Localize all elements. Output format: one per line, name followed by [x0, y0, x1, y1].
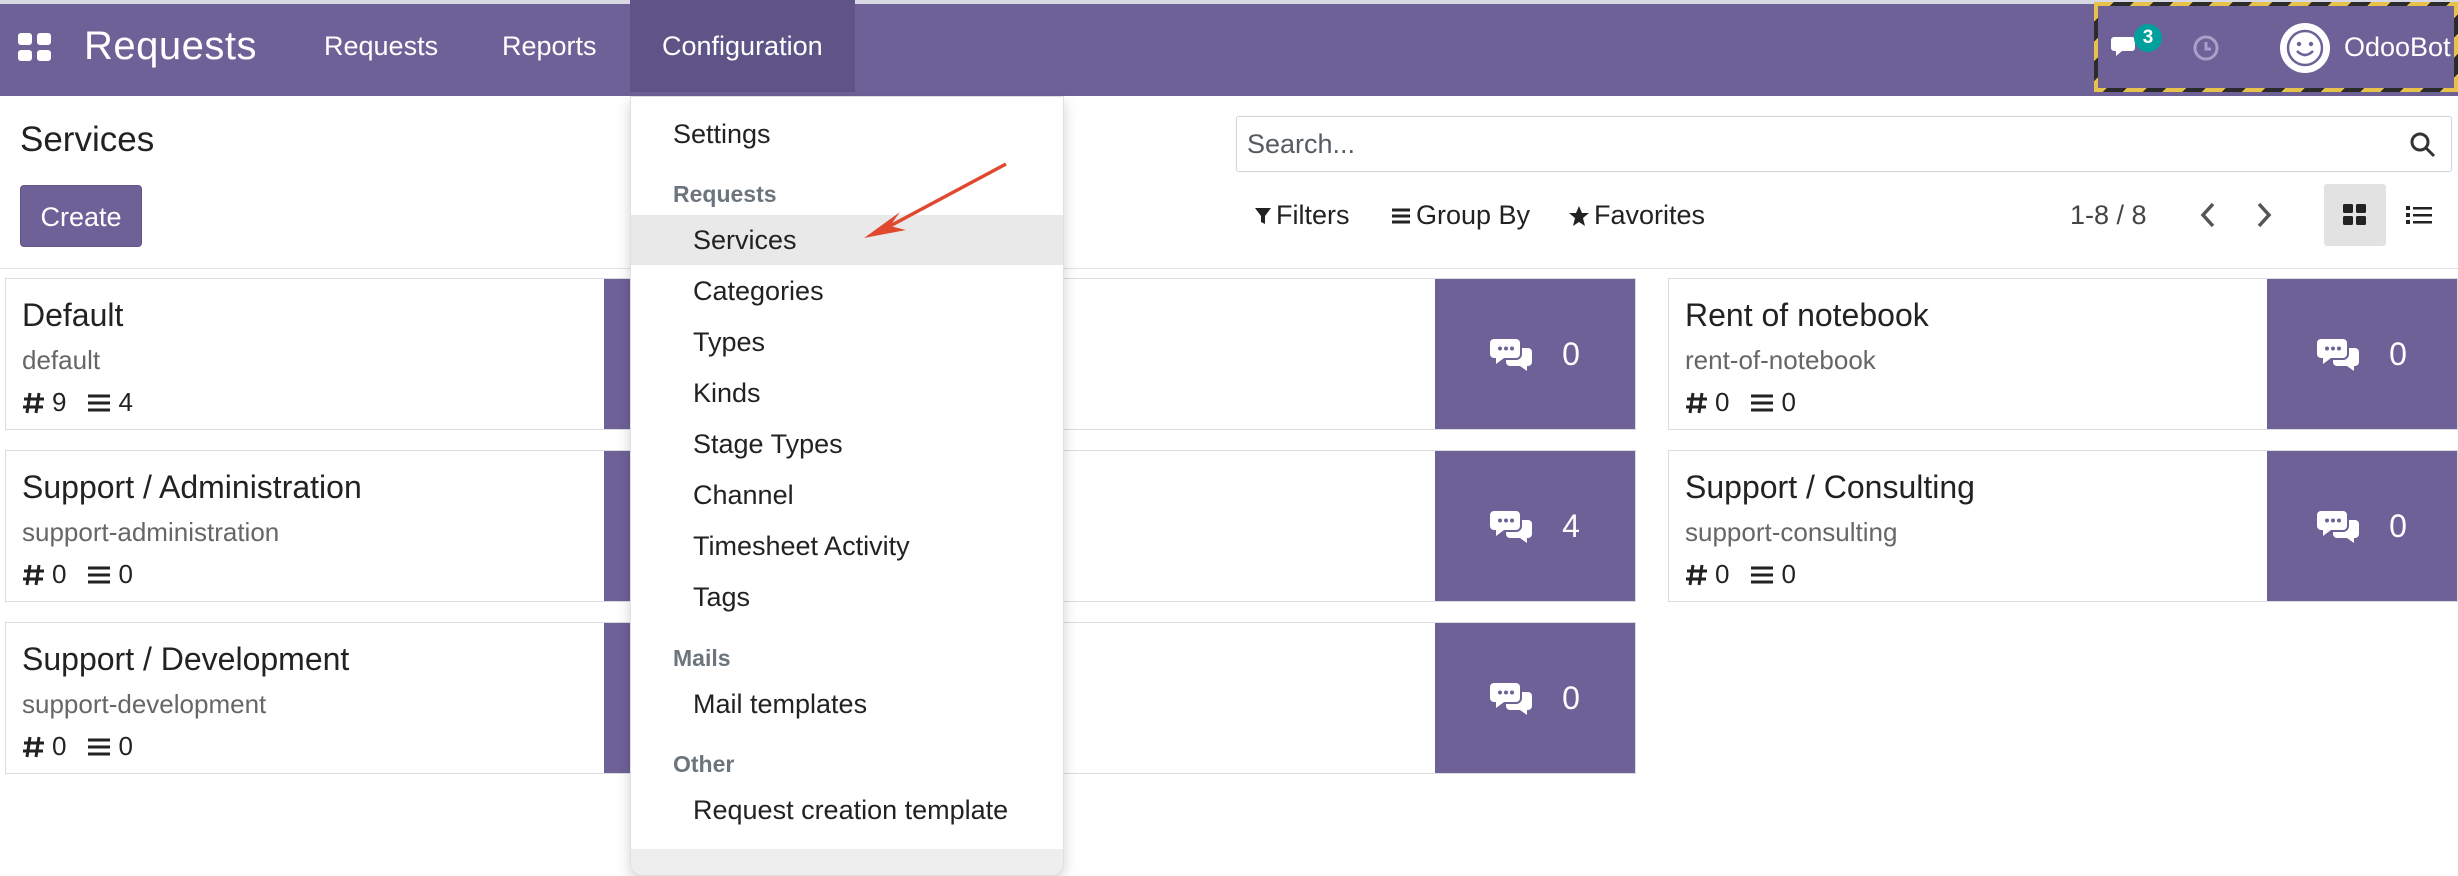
- create-button[interactable]: Create: [20, 185, 142, 247]
- menu-item-kinds[interactable]: Kinds: [631, 368, 1063, 418]
- groupby-button[interactable]: Group By: [1390, 200, 1530, 231]
- search-icon[interactable]: [2409, 131, 2437, 159]
- menu-item-channel[interactable]: Channel: [631, 470, 1063, 520]
- groupby-label: Group By: [1416, 200, 1531, 230]
- card-comment-count: 0: [1562, 335, 1580, 372]
- comments-icon: [1490, 511, 1533, 543]
- hash-icon: [1686, 564, 1707, 585]
- annotation-arrow-icon: [864, 162, 1007, 238]
- hash-icon: [23, 564, 44, 585]
- card-hash-count: 0: [52, 559, 67, 589]
- card-title: Rent of notebook: [1685, 297, 1929, 333]
- kanban-view-button[interactable]: [2324, 184, 2386, 246]
- list-icon: [88, 566, 111, 583]
- comments-icon: [2317, 511, 2360, 543]
- filters-button[interactable]: Filters: [1254, 200, 1350, 231]
- card-comment-count: 4: [1562, 507, 1580, 544]
- pager-value[interactable]: 1-8 / 8: [2070, 200, 2147, 231]
- menu-reports[interactable]: Reports: [470, 0, 629, 92]
- apps-menu-icon[interactable]: [18, 33, 52, 61]
- dropdown-header-mails: Mails: [673, 645, 731, 671]
- card-counts: 0 0: [1685, 387, 1796, 418]
- card-side-panel[interactable]: 0: [1435, 623, 1635, 773]
- list-icon: [88, 394, 111, 411]
- list-icon: [1751, 394, 1774, 411]
- menu-item-stage-types[interactable]: Stage Types: [631, 419, 1063, 469]
- card-list-count: 0: [1781, 387, 1796, 417]
- card-code: support-development: [22, 689, 267, 719]
- clock-icon[interactable]: [2192, 34, 2220, 62]
- dropdown-header-other: Other: [673, 751, 735, 777]
- dropdown-header-requests: Requests: [673, 181, 777, 207]
- card-list-count: 0: [118, 559, 133, 589]
- card-hash-count: 0: [52, 731, 67, 761]
- filter-icon: [1255, 207, 1271, 224]
- list-view-icon: [2406, 206, 2432, 224]
- page-title: Services: [20, 120, 155, 159]
- chevron-left-icon[interactable]: [2196, 200, 2220, 230]
- card-code: support-administration: [22, 517, 280, 547]
- avatar[interactable]: [2280, 23, 2330, 73]
- card-code: default: [22, 345, 101, 375]
- group-by-icon: [1392, 208, 1410, 223]
- card-counts: 0 0: [22, 559, 133, 590]
- menu-item-tags[interactable]: Tags: [631, 572, 1063, 622]
- control-panel-divider: [0, 268, 2458, 269]
- chat-badge: 3: [2134, 24, 2162, 52]
- card-comment-count: 0: [2389, 507, 2407, 544]
- filters-label: Filters: [1276, 200, 1350, 230]
- search-input[interactable]: [1247, 117, 2397, 171]
- comments-icon: [2317, 339, 2360, 371]
- menu-configuration[interactable]: Configuration: [630, 0, 855, 92]
- comments-icon: [1490, 683, 1533, 715]
- kanban-card[interactable]: Support / Consulting support-consulting …: [1668, 450, 2458, 602]
- card-counts: 0 0: [22, 731, 133, 762]
- menu-item-timesheet-activity[interactable]: Timesheet Activity: [631, 521, 1063, 571]
- user-name[interactable]: OdooBot: [2344, 32, 2451, 63]
- dropdown-footer: [631, 849, 1063, 875]
- kanban-card[interactable]: Rent of notebook rent-of-notebook 0 0 0: [1668, 278, 2458, 430]
- card-hash-count: 0: [1715, 559, 1730, 589]
- menu-item-categories[interactable]: Categories: [631, 266, 1063, 316]
- favorites-label: Favorites: [1594, 200, 1706, 230]
- card-title: Support / Consulting: [1685, 469, 1975, 505]
- card-title: Support / Administration: [22, 469, 362, 505]
- chevron-right-icon[interactable]: [2252, 200, 2276, 230]
- menu-item-types[interactable]: Types: [631, 317, 1063, 367]
- app-brand[interactable]: Requests: [84, 24, 257, 69]
- card-hash-count: 0: [1715, 387, 1730, 417]
- card-title: Default: [22, 297, 124, 333]
- list-icon: [88, 738, 111, 755]
- favorites-button[interactable]: Favorites: [1568, 200, 1705, 231]
- card-side-panel[interactable]: 0: [2267, 279, 2457, 429]
- menu-item-request-creation-template[interactable]: Request creation template: [631, 785, 1063, 835]
- card-list-count: 0: [118, 731, 133, 761]
- hash-icon: [1686, 392, 1707, 413]
- hash-icon: [23, 392, 44, 413]
- card-side-panel[interactable]: 4: [1435, 451, 1635, 601]
- card-code: rent-of-notebook: [1685, 345, 1876, 375]
- card-side-panel[interactable]: 0: [2267, 451, 2457, 601]
- menu-requests[interactable]: Requests: [292, 0, 470, 92]
- card-hash-count: 9: [52, 387, 67, 417]
- list-icon: [1751, 566, 1774, 583]
- card-code: support-consulting: [1685, 517, 1898, 547]
- card-comment-count: 0: [2389, 335, 2407, 372]
- card-counts: 9 4: [22, 387, 133, 418]
- card-title: Support / Development: [22, 641, 350, 677]
- search-box: [1236, 116, 2452, 172]
- kanban-view-icon: [2343, 204, 2366, 225]
- comments-icon: [1490, 339, 1533, 371]
- hash-icon: [23, 736, 44, 757]
- card-list-count: 4: [118, 387, 133, 417]
- star-icon: [1569, 205, 1589, 226]
- card-counts: 0 0: [1685, 559, 1796, 590]
- card-side-panel[interactable]: 0: [1435, 279, 1635, 429]
- card-list-count: 0: [1781, 559, 1796, 589]
- menu-item-mail-templates[interactable]: Mail templates: [631, 679, 1063, 729]
- list-view-button[interactable]: [2388, 184, 2450, 246]
- card-comment-count: 0: [1562, 679, 1580, 716]
